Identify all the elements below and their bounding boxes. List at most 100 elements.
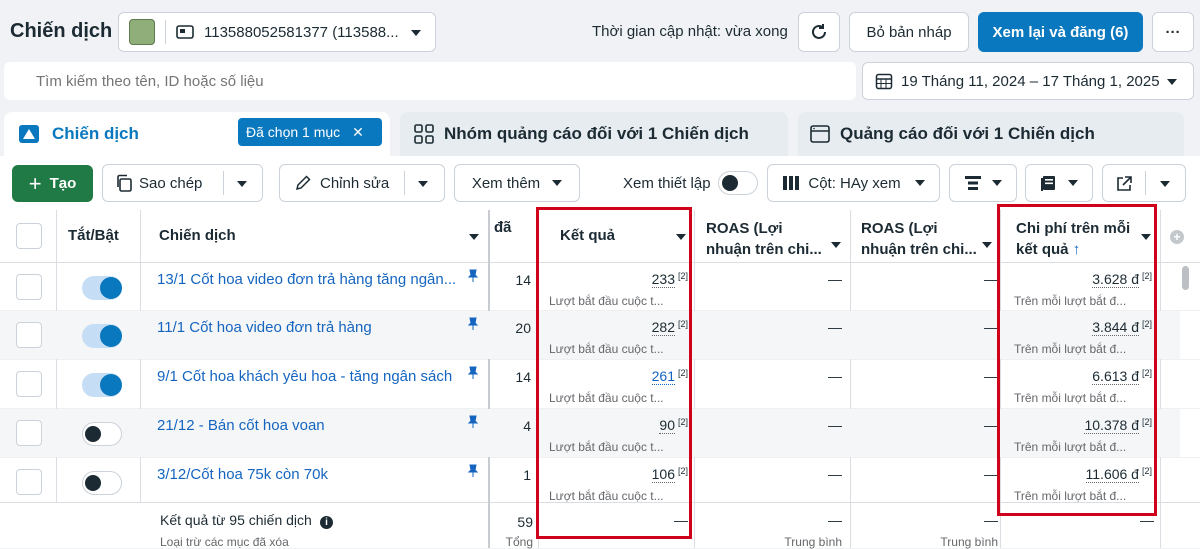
- sort-chevron-icon[interactable]: [469, 234, 479, 240]
- campaign-name-link[interactable]: 21/12 - Bán cốt hoa voan: [157, 417, 457, 434]
- toggle-knob: [100, 277, 122, 299]
- tab-ads[interactable]: Quảng cáo đối với 1 Chiến dịch: [798, 112, 1184, 156]
- ad-account-icon: [176, 25, 194, 39]
- campaign-name-link[interactable]: 11/1 Cốt hoa video đơn trả hàng: [157, 319, 457, 336]
- vertical-scrollbar[interactable]: [1182, 266, 1189, 290]
- row-checkbox[interactable]: [16, 274, 42, 300]
- search-input[interactable]: [4, 62, 824, 100]
- columns-icon: [783, 176, 800, 190]
- col-campaign-header[interactable]: Chiến dịch: [159, 227, 236, 244]
- col-roas2-line2: nhuận trên chi...: [861, 241, 977, 258]
- roas2-value: —: [984, 271, 998, 287]
- pin-icon[interactable]: [467, 366, 479, 380]
- campaign-toggle[interactable]: [82, 324, 122, 348]
- footer-count-sub: Tổng: [505, 535, 533, 549]
- breakdown-button[interactable]: [949, 164, 1017, 202]
- highlight-result-column: [536, 207, 692, 539]
- roas1-value: —: [828, 319, 842, 335]
- footer-roas1: —: [828, 512, 842, 528]
- toggle-knob: [722, 175, 738, 191]
- campaign-name-link[interactable]: 9/1 Cốt hoa khách yêu hoa - tăng ngân sá…: [157, 368, 457, 385]
- footer-label: Kết quả từ 95 chiến dịch: [160, 512, 312, 528]
- sort-chevron-icon[interactable]: [831, 242, 841, 248]
- footer-sub: Loại trừ các mục đã xóa: [160, 535, 289, 549]
- more-options-button[interactable]: ···: [1152, 12, 1194, 52]
- export-icon[interactable]: [1115, 175, 1133, 193]
- copy-dropdown-chevron-icon[interactable]: [237, 181, 247, 187]
- breakdown-icon: [965, 176, 981, 190]
- row-checkbox[interactable]: [16, 371, 42, 397]
- refresh-button[interactable]: [798, 12, 840, 52]
- campaign-icon: [19, 125, 39, 143]
- date-range-picker[interactable]: 19 Tháng 11, 2024 – 17 Tháng 1, 2025: [862, 62, 1194, 100]
- view-setup-toggle[interactable]: [718, 171, 758, 195]
- row-count: 14: [515, 272, 531, 288]
- ad-set-grid-icon: [414, 124, 434, 144]
- row-checkbox[interactable]: [16, 469, 42, 495]
- reports-button[interactable]: [1025, 164, 1093, 202]
- edit-button[interactable]: Chỉnh sửa: [280, 165, 389, 201]
- campaign-name-link[interactable]: 3/12/Cốt hoa 75k còn 70k: [157, 466, 457, 483]
- refresh-icon: [812, 24, 826, 39]
- edit-label: Chỉnh sửa: [320, 174, 390, 192]
- create-button[interactable]: + Tạo: [12, 165, 93, 202]
- create-label: Tạo: [49, 175, 77, 192]
- pin-icon[interactable]: [467, 317, 479, 331]
- add-column-icon[interactable]: +: [1170, 230, 1184, 244]
- col-roas1-header[interactable]: ROAS (Lợi nhuận trên chi...: [706, 218, 822, 260]
- page-title: Chiến dịch: [10, 20, 113, 42]
- campaign-toggle[interactable]: [82, 422, 122, 446]
- copy-icon: [117, 174, 132, 192]
- col-roas1-line1: ROAS (Lợi: [706, 220, 783, 237]
- edit-dropdown-chevron-icon[interactable]: [418, 181, 428, 187]
- export-button-group: [1102, 164, 1186, 202]
- tab-campaigns-label: Chiến dịch: [52, 124, 139, 143]
- row-count: 4: [523, 418, 531, 434]
- view-more-button[interactable]: Xem thêm: [454, 164, 580, 202]
- copy-button[interactable]: Sao chép: [103, 165, 202, 201]
- row-count: 1: [523, 467, 531, 483]
- toggle-knob: [85, 426, 101, 442]
- discard-draft-button[interactable]: Bỏ bản nháp: [849, 12, 969, 52]
- col-toggle-header[interactable]: Tắt/Bật: [68, 227, 119, 244]
- columns-button[interactable]: Cột: HAy xem: [767, 164, 940, 202]
- col-partial-header[interactable]: đã: [494, 219, 512, 236]
- select-all-checkbox[interactable]: [16, 223, 42, 249]
- tab-ads-label: Quảng cáo đối với 1 Chiến dịch: [840, 124, 1095, 143]
- roas1-value: —: [828, 417, 842, 433]
- chevron-down-icon: [914, 180, 925, 186]
- row-checkbox[interactable]: [16, 322, 42, 348]
- tab-ad-sets[interactable]: Nhóm quảng cáo đối với 1 Chiến dịch: [400, 112, 788, 156]
- campaign-name-link[interactable]: 13/1 Cốt hoa video đơn trả hàng tăng ngâ…: [157, 271, 457, 288]
- tab-campaigns[interactable]: Chiến dịch Đã chọn 1 mục ✕: [4, 112, 390, 156]
- row-count: 20: [515, 320, 531, 336]
- search-bar[interactable]: [4, 62, 856, 100]
- pin-icon[interactable]: [467, 464, 479, 478]
- footer-roas2-sub: Trung bình: [940, 535, 998, 549]
- selected-badge-label: Đã chọn 1 mục: [246, 124, 341, 140]
- account-name: 113588052581377 (113588...: [204, 23, 399, 41]
- selected-badge[interactable]: Đã chọn 1 mục ✕: [238, 118, 382, 146]
- info-icon[interactable]: i: [319, 516, 333, 529]
- review-publish-button[interactable]: Xem lại và đăng (6): [978, 12, 1143, 52]
- campaign-toggle[interactable]: [82, 276, 122, 300]
- account-avatar: [129, 19, 155, 45]
- edit-button-group: Chỉnh sửa: [279, 164, 445, 202]
- pin-icon[interactable]: [467, 415, 479, 429]
- pin-icon[interactable]: [467, 269, 479, 283]
- col-roas2-header[interactable]: ROAS (Lợi nhuận trên chi...: [861, 218, 977, 260]
- update-status: Thời gian cập nhật: vừa xong: [592, 23, 788, 40]
- close-icon[interactable]: ✕: [352, 124, 364, 141]
- footer-roas2: —: [984, 512, 998, 528]
- roas2-value: —: [984, 417, 998, 433]
- roas1-value: —: [828, 368, 842, 384]
- sort-chevron-icon[interactable]: [982, 242, 992, 248]
- campaign-toggle[interactable]: [82, 471, 122, 495]
- export-dropdown-chevron-icon[interactable]: [1160, 181, 1170, 187]
- campaign-toggle[interactable]: [82, 373, 122, 397]
- account-selector[interactable]: 113588052581377 (113588...: [118, 12, 436, 52]
- columns-label: Cột: HAy xem: [808, 174, 901, 192]
- chevron-down-icon: [552, 180, 563, 186]
- row-checkbox[interactable]: [16, 420, 42, 446]
- footer-roas1-sub: Trung bình: [784, 535, 842, 549]
